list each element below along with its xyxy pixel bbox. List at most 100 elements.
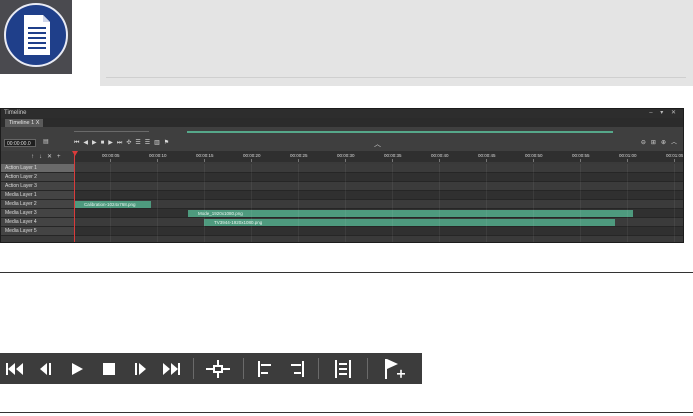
toolbar-divider (193, 358, 194, 379)
layer-item[interactable]: Media Layer 1 (1, 191, 74, 200)
ruler-tick (533, 159, 534, 162)
track-row[interactable] (74, 191, 683, 200)
ruler-tick (157, 159, 158, 162)
align-right-icon[interactable] (286, 353, 306, 384)
layer-label: Action Layer 1 (5, 165, 37, 171)
tab-label: Timeline 1 (9, 120, 35, 126)
layer-move-controls: ↑ ↓ ✕ + (31, 153, 61, 161)
ruler-tick (345, 159, 346, 162)
grid-line (392, 164, 393, 242)
toolbar-divider (243, 358, 244, 379)
collapse-caret-icon[interactable]: ︿ (374, 141, 381, 148)
move-layer-up-icon[interactable]: ↑ (31, 153, 34, 161)
ruler-tick (392, 159, 393, 162)
layer-label: Media Layer 1 (5, 192, 37, 198)
skip-to-start-icon[interactable] (4, 353, 26, 384)
add-cue-flag-icon[interactable]: ⚑ (164, 139, 169, 147)
move-layer-down-icon[interactable]: ↓ (39, 153, 42, 161)
timeline-title-bar: Timeline – ▾ ✕ (1, 109, 683, 118)
grid-line (110, 164, 111, 242)
play-icon[interactable]: ▶ (92, 139, 97, 147)
note-panel (100, 0, 693, 86)
align-left-icon[interactable]: ☰ (135, 139, 140, 147)
add-cue-flag-icon[interactable] (381, 353, 409, 384)
track-row[interactable] (74, 164, 683, 173)
delete-layer-icon[interactable]: ✕ (47, 153, 52, 161)
add-layer-icon[interactable]: + (57, 153, 61, 161)
media-clip[interactable]: TV3944-1920x1080.png (204, 219, 615, 226)
layer-label: Media Layer 3 (5, 210, 37, 216)
window-controls[interactable]: – ▾ ✕ (649, 109, 679, 118)
align-left-icon[interactable] (256, 353, 276, 384)
tab-timeline-1[interactable]: Timeline 1 X (5, 119, 44, 127)
skip-end-icon[interactable]: ⏭ (117, 139, 122, 147)
stop-icon[interactable]: ■ (101, 139, 105, 147)
time-ruler[interactable]: 00:00:05 00:00:10 00:00:15 00:00:20 00:00:25… (74, 151, 683, 162)
ruler-tick (580, 159, 581, 162)
step-back-icon[interactable]: ◀ (83, 139, 88, 147)
grid-line (157, 164, 158, 242)
note-icon-box (0, 0, 72, 74)
track-row[interactable] (74, 182, 683, 191)
stop-icon[interactable] (100, 353, 118, 384)
ruler-tick (439, 159, 440, 162)
timeline-overview-scrollbar[interactable] (187, 131, 613, 133)
layer-list: Action Layer 1 Action Layer 2 Action Lay… (1, 164, 74, 236)
layer-item[interactable]: Action Layer 3 (1, 182, 74, 191)
ruler-label: 00:00:55 (572, 153, 590, 158)
skip-start-icon[interactable]: ⏮ (74, 139, 79, 147)
layer-label: Media Layer 4 (5, 219, 37, 225)
collapse-icon[interactable]: ︿ (671, 139, 677, 147)
step-forward-icon[interactable]: ▶ (108, 139, 113, 147)
layer-item[interactable]: Action Layer 2 (1, 173, 74, 182)
track-row[interactable] (74, 173, 683, 182)
playhead-handle[interactable] (72, 151, 78, 156)
marker-icon[interactable]: ✣ (126, 139, 131, 147)
track-row[interactable] (74, 227, 683, 236)
skip-to-end-icon[interactable] (160, 353, 182, 384)
zoom-fit-icon[interactable]: ⊞ (651, 139, 656, 147)
clip-label: TV3944-1920x1080.png (214, 220, 263, 225)
document-note-icon (4, 3, 68, 67)
track-row[interactable]: Mode_1920x1080.png (74, 209, 683, 218)
playback-controls-small: ⏮ ◀ ▶ ■ ▶ ⏭ ✣ ☰ ☰ ▥ ⚑ (74, 139, 169, 147)
ruler-tick (251, 159, 252, 162)
layer-item[interactable]: Action Layer 1 (1, 164, 74, 173)
layer-item[interactable]: Media Layer 4 (1, 218, 74, 227)
distribute-icon[interactable] (333, 353, 353, 384)
layer-label: Action Layer 2 (5, 174, 37, 180)
step-backward-icon[interactable] (36, 353, 54, 384)
ruler-label: 00:00:10 (149, 153, 167, 158)
grid-line (627, 164, 628, 242)
layer-label: Media Layer 2 (5, 201, 37, 207)
layer-item[interactable]: Media Layer 3 (1, 209, 74, 218)
toolbar-divider (367, 358, 368, 379)
zoom-in-icon[interactable]: ⊕ (661, 139, 666, 147)
ruler-tick (627, 159, 628, 162)
timeline-window: Timeline – ▾ ✕ Timeline 1 X 00:00:00.0 ▤… (0, 108, 684, 243)
grid-line (298, 164, 299, 242)
media-clip[interactable]: Mode_1920x1080.png (188, 210, 633, 217)
media-clip[interactable]: Calibration-1024x768.png (74, 201, 151, 208)
toolbar-divider (318, 358, 319, 379)
track-row[interactable]: TV3944-1920x1080.png (74, 218, 683, 227)
add-marker-icon[interactable] (204, 353, 232, 384)
track-row[interactable]: Calibration-1024x768.png (74, 200, 683, 209)
ruler-label: 00:00:30 (337, 153, 355, 158)
playhead[interactable] (74, 151, 75, 242)
grid-line (533, 164, 534, 242)
grid-line (345, 164, 346, 242)
grid-line (580, 164, 581, 242)
step-forward-icon[interactable] (132, 353, 150, 384)
tab-close-icon[interactable]: X (36, 120, 40, 126)
time-display[interactable]: 00:00:00.0 (4, 139, 36, 147)
play-icon[interactable] (68, 353, 86, 384)
note-panel-rule (106, 77, 686, 78)
layer-item[interactable]: Media Layer 2 (1, 200, 74, 209)
zoom-out-icon[interactable]: ⊖ (641, 139, 646, 147)
layer-item[interactable]: Media Layer 5 (1, 227, 74, 236)
distribute-icon[interactable]: ▥ (154, 139, 160, 147)
calendar-icon[interactable]: ▤ (43, 138, 49, 146)
ruler-tick (298, 159, 299, 162)
align-right-icon[interactable]: ☰ (145, 139, 150, 147)
